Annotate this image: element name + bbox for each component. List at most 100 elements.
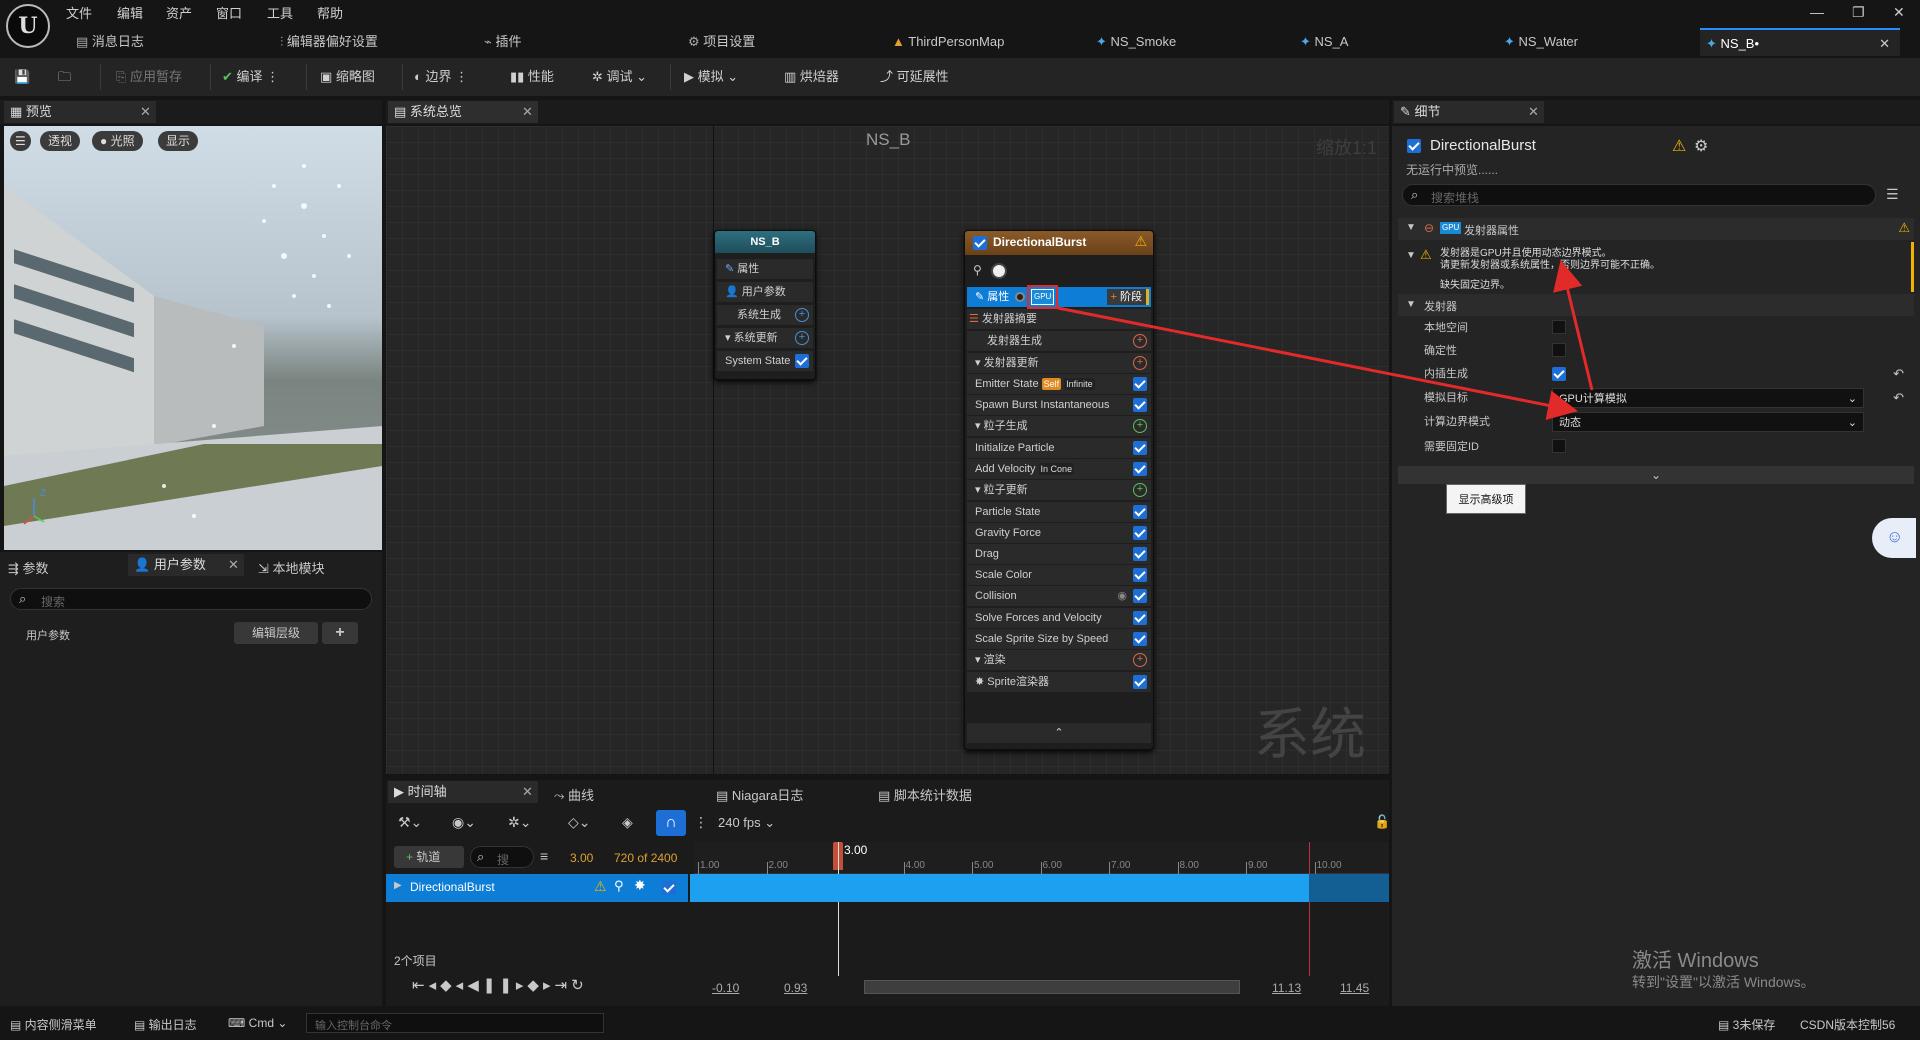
console-input[interactable]: 输入控制台命令: [306, 1013, 604, 1033]
section-emitter[interactable]: ▼ 发射器: [1398, 294, 1914, 316]
graph-canvas[interactable]: [386, 126, 1389, 774]
render-row[interactable]: ▾ 渲染 +: [967, 650, 1151, 670]
tab-local-modules[interactable]: ⇲ 本地模块: [258, 558, 325, 577]
emitter-update-row[interactable]: ▾ 发射器更新 +: [967, 353, 1151, 373]
add-module-icon[interactable]: +: [1133, 334, 1147, 348]
magnet-icon[interactable]: ∩: [656, 810, 686, 836]
track-search-input[interactable]: ⌕ 搜: [470, 846, 534, 868]
settings-icon[interactable]: ⚙: [1694, 136, 1708, 156]
close-window-icon[interactable]: ✕: [1893, 4, 1905, 21]
filter-icon[interactable]: ☰: [1886, 186, 1899, 203]
close-icon[interactable]: ✕: [522, 101, 533, 123]
restore-icon[interactable]: ❐: [1852, 4, 1865, 21]
preview-viewport[interactable]: Z: [4, 126, 382, 550]
more-icon[interactable]: ⋮: [694, 814, 708, 831]
tab-plugins[interactable]: ⌁ 插件: [478, 28, 658, 56]
add-velocity-row[interactable]: Add Velocity In Cone: [967, 459, 1151, 479]
thumbnail-button[interactable]: ▣ 缩略图: [320, 66, 375, 88]
tab-curves[interactable]: ⤳ 曲线: [554, 785, 594, 804]
close-icon[interactable]: ✕: [228, 554, 239, 576]
tab-niagara-log[interactable]: ▤ Niagara日志: [716, 785, 803, 804]
collision-row[interactable]: Collision ◉: [967, 586, 1151, 606]
system-props-row[interactable]: ✎ 属性: [717, 259, 813, 279]
track-section-bar[interactable]: [690, 874, 1309, 902]
enable-checkbox[interactable]: [1133, 568, 1147, 582]
compile-button[interactable]: ✔ 编译 ⋮: [222, 66, 279, 88]
loop-icon[interactable]: ↻: [571, 977, 588, 994]
menu-edit[interactable]: 编辑: [117, 3, 143, 22]
tab-ns-a[interactable]: ✦ NS_A: [1294, 28, 1474, 56]
enable-checkbox[interactable]: [1133, 526, 1147, 540]
sprite-renderer-row[interactable]: ✸ Sprite渲染器: [967, 672, 1151, 692]
add-renderer-icon[interactable]: +: [1133, 653, 1147, 667]
gravity-row[interactable]: Gravity Force: [967, 523, 1151, 543]
enable-checkbox[interactable]: [1133, 505, 1147, 519]
enable-checkbox[interactable]: [1133, 547, 1147, 561]
viewport-menu-button[interactable]: ☰: [10, 131, 31, 151]
performance-button[interactable]: ▮▮ 性能: [510, 66, 554, 88]
scale-color-row[interactable]: Scale Color: [967, 565, 1151, 585]
keyframe-icon[interactable]: ◇⌄: [568, 814, 591, 831]
add-module-icon[interactable]: +: [795, 308, 809, 322]
debug-button[interactable]: ✲ 调试 ⌄: [592, 66, 647, 88]
tab-script-stats[interactable]: ▤ 脚本统计数据: [878, 785, 972, 804]
emitter-enabled-checkbox[interactable]: [1407, 139, 1421, 153]
minimize-icon[interactable]: —: [1810, 4, 1824, 20]
current-time-field[interactable]: 3.00: [570, 851, 593, 865]
lighting-button[interactable]: ● 光照: [92, 131, 143, 151]
range-out[interactable]: 11.13: [1272, 981, 1301, 995]
emitter-enable-checkbox[interactable]: [973, 236, 987, 250]
scalability-button[interactable]: ⤴ 可延展性: [880, 66, 949, 88]
edit-hierarchy-button[interactable]: 编辑层级: [234, 622, 318, 644]
emitter-spawn-row[interactable]: 发射器生成 +: [967, 331, 1151, 351]
menu-file[interactable]: 文件: [66, 3, 92, 22]
cmd-select[interactable]: ⌨ Cmd ⌄: [228, 1016, 287, 1030]
baker-button[interactable]: ▥ 烘焙器: [784, 66, 839, 88]
enable-checkbox[interactable]: [1133, 377, 1147, 391]
tab-thirdpersonmap[interactable]: ▲ ThirdPersonMap: [886, 28, 1066, 56]
determinism-checkbox[interactable]: [1552, 343, 1566, 357]
bounds-button[interactable]: ◐ 边界 ⋮: [414, 66, 468, 88]
collapse-node-button[interactable]: ⌃: [967, 723, 1151, 743]
emitter-summary-row[interactable]: ☰ 发射器摘要: [967, 309, 1151, 329]
system-node[interactable]: NS_B ✎ 属性 👤 用户参数 系统生成 + ▾ 系统更新 + System St…: [714, 230, 816, 380]
browse-icon[interactable]: 🗀: [58, 66, 71, 88]
tab-ns-b[interactable]: ✦ NS_B• ✕: [1700, 28, 1900, 56]
range-start[interactable]: -0.10: [712, 981, 739, 995]
track-row[interactable]: ▶ DirectionalBurst ⚠ ⚲ ✸: [386, 874, 688, 902]
wrench-icon[interactable]: ⚒⌄: [398, 814, 422, 831]
content-drawer-button[interactable]: ▤ 内容侧滑菜单: [10, 1016, 97, 1033]
user-params-row[interactable]: 👤 用户参数: [717, 282, 813, 302]
enable-checkbox[interactable]: [1133, 441, 1147, 455]
tab-preview[interactable]: ▦ 预览 ✕: [4, 101, 156, 123]
emitter-state-row[interactable]: Emitter State Self Infinite: [967, 374, 1151, 394]
tab-details[interactable]: ✎ 细节 ✕: [1394, 101, 1544, 123]
enable-checkbox[interactable]: [1133, 589, 1147, 603]
enable-checkbox[interactable]: [1133, 462, 1147, 476]
add-user-param-button[interactable]: +: [322, 622, 358, 644]
jump-start-icon[interactable]: ⇤: [412, 977, 429, 994]
show-button[interactable]: 显示: [158, 131, 199, 151]
add-module-icon[interactable]: +: [1133, 419, 1147, 433]
system-state-row[interactable]: System State: [717, 351, 813, 371]
source-control-button[interactable]: CSDN版本控制56: [1800, 1016, 1895, 1033]
pin-icon[interactable]: ⚲: [614, 878, 624, 894]
solve-forces-row[interactable]: Solve Forces and Velocity: [967, 608, 1151, 628]
spawn-burst-row[interactable]: Spawn Burst Instantaneous: [967, 395, 1151, 415]
lock-icon[interactable]: 🔓: [1374, 814, 1390, 830]
reverse-icon[interactable]: ◀: [467, 977, 483, 994]
reset-icon[interactable]: ↶: [1893, 386, 1904, 410]
eye-icon[interactable]: ◉⌄: [452, 814, 476, 831]
unreal-logo-icon[interactable]: U: [6, 4, 50, 48]
menu-window[interactable]: 窗口: [216, 3, 242, 22]
section-emitter-props[interactable]: ▼ ⊖ GPU 发射器属性 ⚠: [1398, 218, 1914, 240]
add-module-icon[interactable]: +: [795, 331, 809, 345]
params-search-input[interactable]: ⌕ 搜索: [10, 588, 372, 610]
close-icon[interactable]: ✕: [140, 101, 151, 123]
tab-parameters[interactable]: ⇶ 参数: [8, 558, 49, 577]
track-enable-checkbox[interactable]: [662, 881, 676, 895]
pause-icon[interactable]: ❚❚: [483, 977, 516, 994]
range-in[interactable]: 0.93: [784, 981, 807, 995]
tab-project-settings[interactable]: ⚙ 项目设置: [682, 28, 862, 56]
jump-end-icon[interactable]: ⇥: [554, 977, 571, 994]
